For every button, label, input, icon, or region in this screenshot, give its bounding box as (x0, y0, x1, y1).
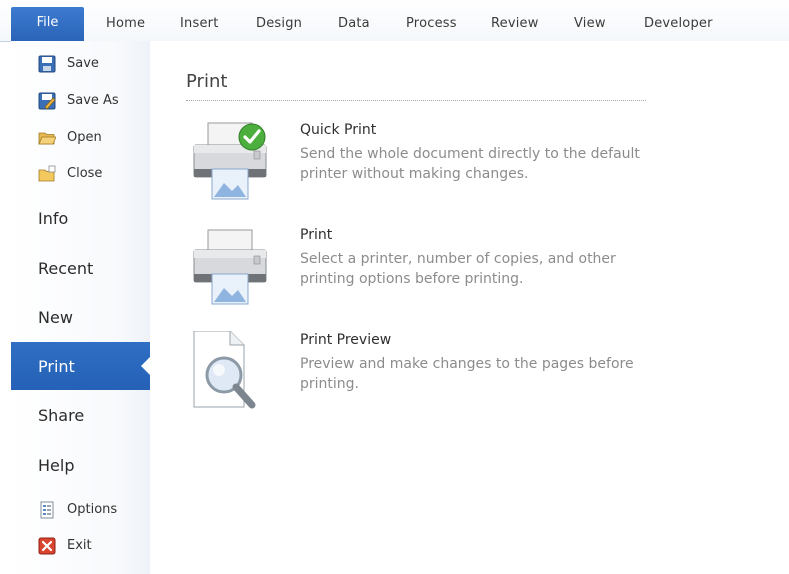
sidebar-tab-info-label: Info (38, 209, 69, 228)
tab-view[interactable]: View (574, 16, 606, 31)
save-as-label: Save As (67, 93, 119, 108)
open-label: Open (67, 130, 102, 145)
tab-data[interactable]: Data (338, 16, 370, 31)
save-as-icon (38, 92, 56, 110)
print-preview-icon (193, 331, 256, 409)
close-button[interactable]: Close (11, 161, 150, 187)
sidebar-tab-print-label: Print (38, 357, 75, 376)
save-as-button[interactable]: Save As (11, 88, 150, 114)
exit-button[interactable]: Exit (11, 533, 150, 559)
sidebar-tab-help-label: Help (38, 456, 75, 475)
print-preview-title: Print Preview (300, 332, 392, 348)
exit-icon (38, 537, 56, 555)
options-icon (40, 501, 54, 519)
open-button[interactable]: Open (11, 125, 150, 151)
print-panel: Print Quick Print Send the whole documen… (150, 41, 789, 574)
close-folder-icon (38, 165, 56, 182)
save-icon (38, 55, 56, 73)
tab-file[interactable]: File (11, 7, 84, 41)
tab-review[interactable]: Review (491, 16, 539, 31)
sidebar-tab-help[interactable]: Help (11, 448, 150, 482)
quick-print-icon (193, 122, 267, 200)
options-button[interactable]: Options (11, 497, 150, 523)
sidebar-tab-new-label: New (38, 308, 73, 327)
sidebar-tab-print[interactable]: Print (11, 342, 151, 390)
tab-insert[interactable]: Insert (180, 16, 219, 31)
tab-home[interactable]: Home (106, 16, 145, 31)
quick-print-description: Send the whole document directly to the … (300, 146, 640, 182)
title-divider (186, 100, 646, 101)
sidebar-tab-recent-label: Recent (38, 259, 94, 278)
quick-print-option[interactable]: Quick Print Send the whole document dire… (186, 121, 656, 211)
print-description: Select a printer, number of copies, and … (300, 251, 616, 287)
sidebar-tab-share-label: Share (38, 406, 85, 425)
options-label: Options (67, 502, 118, 517)
sidebar-tab-new[interactable]: New (11, 300, 150, 334)
sidebar-tab-info[interactable]: Info (11, 201, 150, 235)
sidebar-tab-share[interactable]: Share (11, 398, 150, 432)
print-title: Print (300, 227, 333, 243)
backstage-sidebar: Save Save As Open Close Info Recent New … (11, 41, 151, 574)
tab-developer[interactable]: Developer (644, 16, 713, 31)
sidebar-tab-recent[interactable]: Recent (11, 251, 150, 285)
exit-label: Exit (67, 538, 92, 553)
tab-process[interactable]: Process (406, 16, 457, 31)
open-folder-icon (38, 132, 56, 145)
quick-print-title: Quick Print (300, 122, 377, 138)
save-label: Save (67, 56, 99, 71)
save-button[interactable]: Save (11, 51, 150, 77)
print-preview-option[interactable]: Print Preview Preview and make changes t… (186, 331, 656, 421)
tab-design[interactable]: Design (256, 16, 302, 31)
printer-icon (193, 229, 267, 305)
print-option[interactable]: Print Select a printer, number of copies… (186, 226, 656, 316)
print-preview-description: Preview and make changes to the pages be… (300, 356, 634, 392)
page-title: Print (186, 71, 228, 92)
close-label: Close (67, 166, 103, 181)
ribbon-tab-bar: File Home Insert Design Data Process Rev… (0, 0, 789, 42)
